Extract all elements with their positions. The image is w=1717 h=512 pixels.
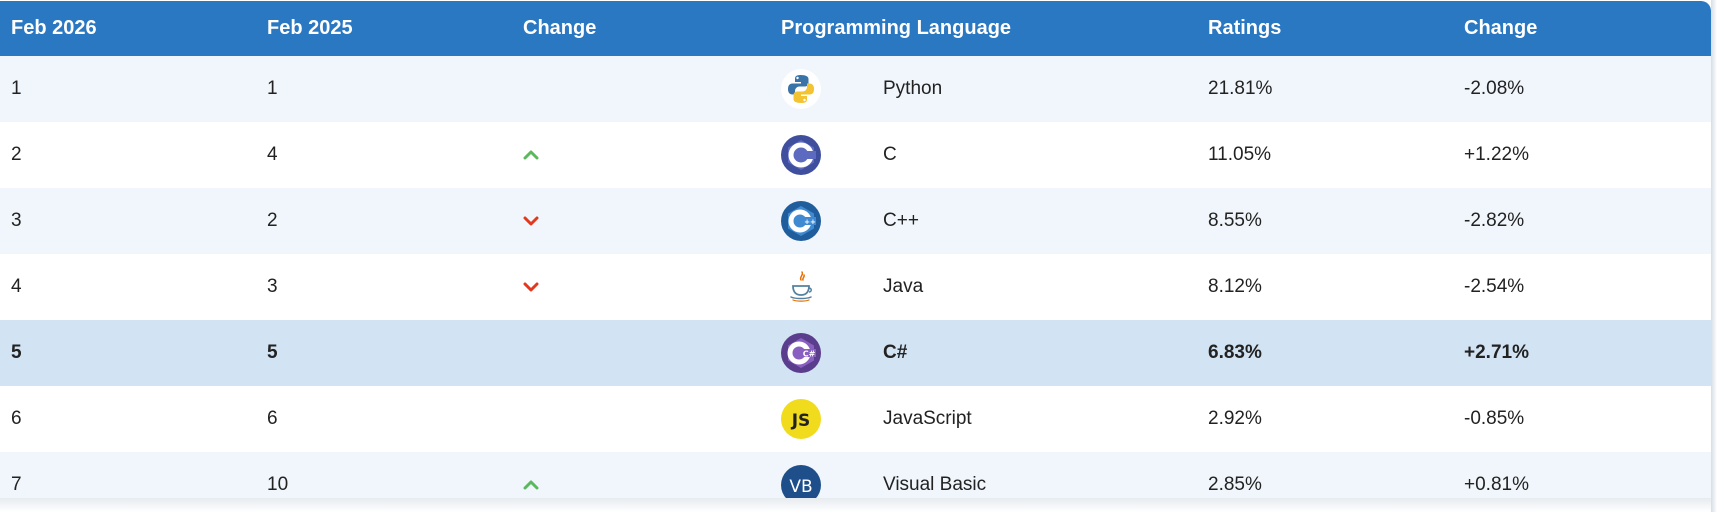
language-name[interactable]: C — [883, 122, 897, 188]
rating-change: +2.71% — [1464, 342, 1529, 363]
rating-value: 6.83% — [1208, 342, 1262, 363]
table-row-highlighted: 5 5 C# C# 6.83% +2.71% — [0, 320, 1711, 386]
current-rank: 2 — [11, 144, 22, 165]
rating-value: 21.81% — [1208, 78, 1273, 99]
scrollbar-edge — [1711, 0, 1717, 512]
previous-rank: 5 — [267, 342, 278, 363]
current-rank: 5 — [11, 342, 22, 363]
ranking-table: Feb 2026 Feb 2025 Change Programming Lan… — [0, 0, 1711, 512]
current-rank: 1 — [11, 78, 22, 99]
c-icon — [781, 135, 821, 175]
rating-value: 2.92% — [1208, 408, 1262, 429]
rating-change: -2.82% — [1464, 210, 1525, 231]
header-language[interactable]: Programming Language — [781, 1, 1011, 56]
table-header: Feb 2026 Feb 2025 Change Programming Lan… — [0, 1, 1711, 56]
language-name[interactable]: C# — [883, 320, 907, 386]
rating-change: +1.22% — [1464, 144, 1529, 165]
csharp-logo-text: C# — [803, 350, 816, 359]
language-name[interactable]: Python — [883, 56, 942, 122]
trend-down-icon — [523, 282, 539, 292]
header-current-month[interactable]: Feb 2026 — [11, 1, 97, 56]
header-position-change[interactable]: Change — [523, 1, 596, 56]
previous-rank: 2 — [267, 210, 278, 231]
previous-rank: 6 — [267, 408, 278, 429]
visual-basic-logo-text: VB — [789, 477, 812, 497]
rating-value: 8.55% — [1208, 210, 1262, 231]
language-name[interactable]: C++ — [883, 188, 919, 254]
previous-rank: 1 — [267, 78, 278, 99]
svg-text:++: ++ — [804, 218, 816, 226]
current-rank: 4 — [11, 276, 22, 297]
current-rank: 3 — [11, 210, 22, 231]
previous-rank: 3 — [267, 276, 278, 297]
table-row: 1 1 Python 21.81% -2.08% — [0, 56, 1711, 122]
rating-change: -2.54% — [1464, 276, 1525, 297]
python-icon — [781, 69, 821, 109]
previous-rank: 4 — [267, 144, 278, 165]
trend-up-icon — [523, 150, 539, 160]
javascript-logo-text: JS — [791, 411, 811, 431]
trend-up-icon — [523, 480, 539, 490]
rating-change: -0.85% — [1464, 408, 1525, 429]
header-ratings[interactable]: Ratings — [1208, 1, 1281, 56]
language-name[interactable]: Java — [883, 254, 923, 320]
bottom-edge-shadow — [0, 498, 1717, 512]
table-row: 3 2 ++ C++ 8.55% -2.82% — [0, 188, 1711, 254]
language-name[interactable]: JavaScript — [883, 386, 972, 452]
table-row: 4 3 Java 8.12% -2.54% — [0, 254, 1711, 320]
header-previous-month[interactable]: Feb 2025 — [267, 1, 353, 56]
csharp-icon: C# — [781, 333, 821, 373]
rating-value: 11.05% — [1208, 144, 1272, 165]
rating-change: -2.08% — [1464, 78, 1525, 99]
header-ratings-change[interactable]: Change — [1464, 1, 1537, 56]
table-row: 2 4 C 11.05% +1.22% — [0, 122, 1711, 188]
trend-down-icon — [523, 216, 539, 226]
java-icon — [781, 267, 821, 307]
table-row: 6 6 JS JavaScript 2.92% -0.85% — [0, 386, 1711, 452]
rating-value: 8.12% — [1208, 276, 1262, 297]
cpp-icon: ++ — [781, 201, 821, 241]
current-rank: 6 — [11, 408, 22, 429]
javascript-icon: JS — [781, 399, 821, 439]
